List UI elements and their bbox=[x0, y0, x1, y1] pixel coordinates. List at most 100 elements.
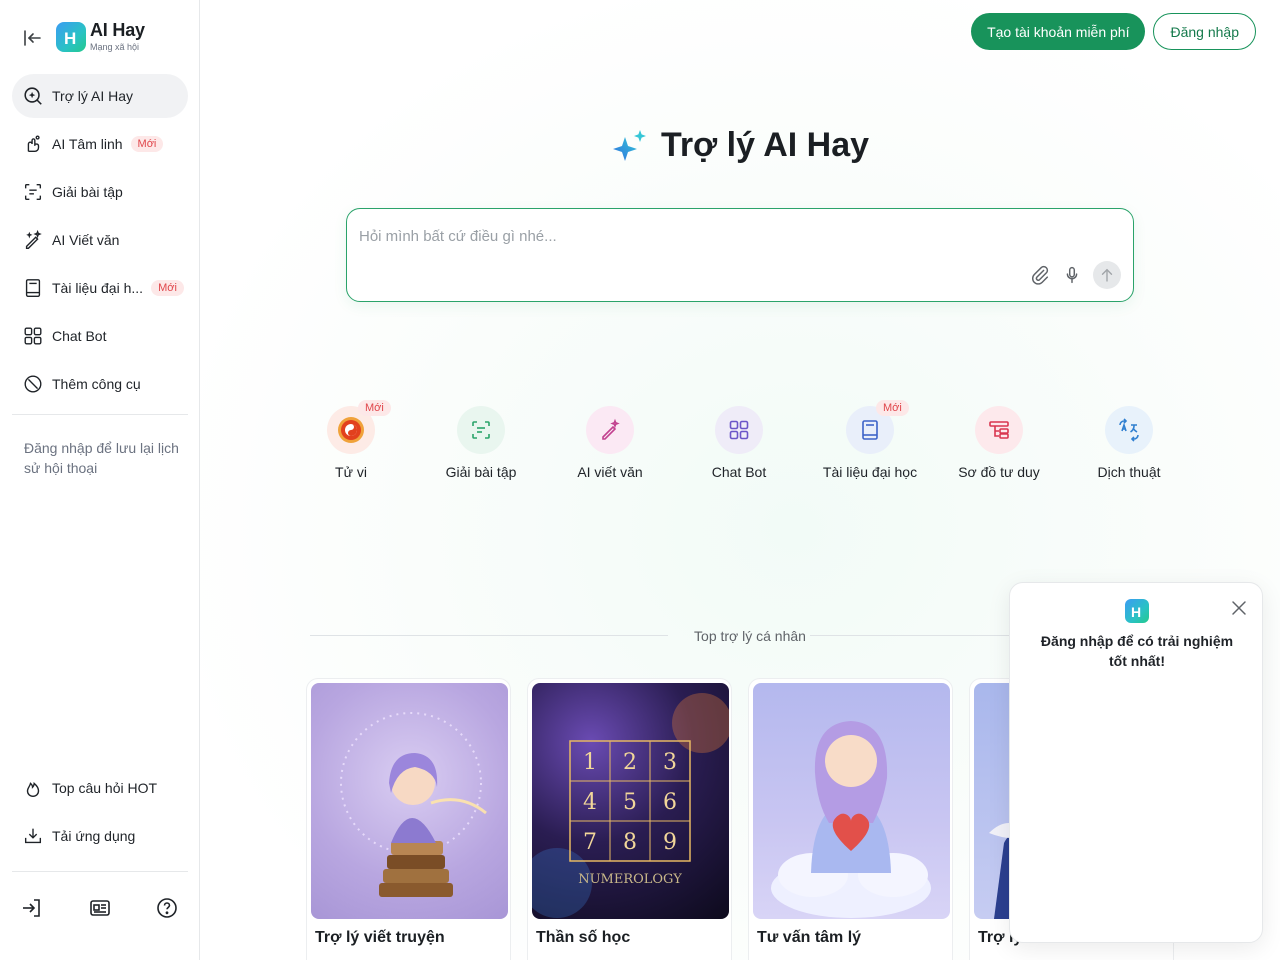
sidebar-item-label: AI Viết văn bbox=[52, 232, 120, 248]
news-icon[interactable] bbox=[88, 896, 112, 920]
new-badge: Mới bbox=[130, 136, 164, 152]
sidebar-item-them-cong-cu[interactable]: Thêm công cụ bbox=[12, 362, 188, 406]
numerology-grid-galaxy-illustration: 1 2 3 4 5 6 7 8 9 NUMEROLOGY bbox=[532, 683, 729, 919]
send-button[interactable] bbox=[1093, 261, 1121, 289]
login-icon[interactable] bbox=[20, 896, 44, 920]
quick-action-icon-wrap bbox=[715, 406, 763, 454]
sidebar-divider bbox=[12, 414, 188, 415]
page-title-wrap: Trợ lý AI Hay bbox=[611, 126, 869, 165]
sidebar-item-tro-ly-ai-hay[interactable]: Trợ lý AI Hay bbox=[12, 74, 188, 118]
sidebar-item-giai-bai-tap[interactable]: Giải bài tập bbox=[12, 170, 188, 214]
sidebar-item-label: Top câu hỏi HOT bbox=[52, 780, 158, 796]
logo-icon: H bbox=[1125, 599, 1149, 623]
login-button[interactable]: Đăng nhập bbox=[1153, 13, 1256, 50]
quick-actions: Tử vi Mới Giải bài tập AI viết văn Chat … bbox=[310, 400, 1200, 496]
card-title: Thần số học bbox=[536, 929, 631, 946]
svg-text:8: 8 bbox=[623, 830, 637, 855]
header-actions: Tạo tài khoản miễn phí Đăng nhập bbox=[971, 13, 1256, 50]
girl-holding-heart-on-cloud-illustration bbox=[753, 683, 950, 919]
quick-action-label: AI viết văn bbox=[577, 464, 643, 480]
microphone-icon[interactable] bbox=[1061, 264, 1083, 286]
flame-icon bbox=[26, 782, 40, 797]
new-badge: Mới bbox=[151, 280, 184, 296]
signup-button[interactable]: Tạo tài khoản miễn phí bbox=[971, 13, 1146, 50]
card-title: Tư vấn tâm lý bbox=[757, 929, 862, 946]
new-badge: Mới bbox=[876, 400, 909, 416]
svg-text:6: 6 bbox=[663, 790, 677, 815]
svg-text:3: 3 bbox=[663, 750, 677, 775]
sidebar-item-tai-lieu-dai-hoc[interactable]: Tài liệu đại h... Mới bbox=[12, 266, 188, 310]
translate-icon bbox=[1119, 418, 1139, 442]
grid-apps-icon bbox=[24, 327, 42, 345]
logo-icon[interactable]: H bbox=[56, 22, 86, 52]
assistant-card[interactable]: 1 2 3 4 5 6 7 8 9 NUMEROLOGY Thần số học bbox=[527, 678, 732, 960]
sidebar-item-tai-ung-dung[interactable]: Tải ứng dụng bbox=[12, 814, 188, 858]
quick-action-tu-vi[interactable]: Tử vi Mới bbox=[291, 400, 411, 480]
mindmap-icon bbox=[989, 421, 1009, 439]
quick-action-label: Tài liệu đại học bbox=[822, 464, 918, 480]
scan-text-icon bbox=[472, 421, 490, 439]
section-title: Top trợ lý cá nhân bbox=[694, 628, 806, 644]
svg-text:4: 4 bbox=[583, 790, 597, 815]
sidebar-item-top-cau-hoi-hot[interactable]: Top câu hỏi HOT bbox=[12, 766, 188, 810]
search-sparkle-icon bbox=[24, 87, 42, 105]
compass-icon bbox=[24, 375, 42, 393]
svg-text:7: 7 bbox=[583, 830, 597, 855]
svg-text:NUMEROLOGY: NUMEROLOGY bbox=[578, 872, 682, 887]
sidebar-item-ai-viet-van[interactable]: AI Viết văn bbox=[12, 218, 188, 262]
help-icon[interactable] bbox=[155, 896, 179, 920]
book-icon bbox=[25, 279, 41, 297]
quick-action-tai-lieu-dai-hoc[interactable]: Tài liệu đại học Mới bbox=[810, 400, 930, 480]
chat-input[interactable] bbox=[359, 221, 1119, 251]
sidebar-divider bbox=[12, 871, 188, 872]
svg-text:5: 5 bbox=[623, 790, 637, 815]
svg-text:H: H bbox=[1131, 604, 1141, 620]
logo-subtitle: Mạng xã hội bbox=[90, 42, 140, 52]
quick-action-so-do-tu-duy[interactable]: Sơ đồ tư duy bbox=[939, 406, 1059, 480]
quick-action-giai-bai-tap[interactable]: Giải bài tập bbox=[421, 406, 541, 480]
svg-text:9: 9 bbox=[663, 830, 677, 855]
download-tray-icon bbox=[24, 828, 42, 844]
sidebar-item-chat-bot[interactable]: Chat Bot bbox=[12, 314, 188, 358]
quick-action-dich-thuat[interactable]: Dịch thuật bbox=[1069, 406, 1189, 480]
quick-action-chat-bot[interactable]: Chat Bot bbox=[679, 406, 799, 480]
sidebar-header: H AI Hay Mạng xã hội bbox=[0, 18, 200, 58]
logo-title[interactable]: AI Hay bbox=[90, 20, 145, 41]
sparkle-icon bbox=[612, 129, 646, 161]
book-icon bbox=[862, 420, 878, 440]
quick-action-label: Giải bài tập bbox=[445, 464, 517, 480]
quick-action-icon-wrap bbox=[457, 406, 505, 454]
page-title: Trợ lý AI Hay bbox=[660, 126, 870, 164]
close-icon[interactable] bbox=[1230, 599, 1248, 617]
sidebar: H AI Hay Mạng xã hội Trợ lý AI Hay AI Tâ… bbox=[0, 0, 200, 960]
sidebar-item-label: AI Tâm linh bbox=[52, 136, 123, 152]
quick-action-ai-viet-van[interactable]: AI viết văn bbox=[550, 406, 670, 480]
login-history-note: Đăng nhập để lưu lại lịch sử hội thoại bbox=[24, 440, 179, 476]
sidebar-item-label: Giải bài tập bbox=[52, 184, 123, 200]
sidebar-item-label: Thêm công cụ bbox=[52, 376, 141, 392]
quick-action-icon-wrap bbox=[586, 406, 634, 454]
yin-yang-icon bbox=[338, 417, 364, 443]
popup-message: Đăng nhập để có trải nghiệm tốt nhất! bbox=[1040, 633, 1234, 669]
quick-action-label: Chat Bot bbox=[711, 464, 767, 480]
card-title: Trợ lý viết truyện bbox=[315, 929, 445, 946]
collapse-sidebar-icon[interactable] bbox=[20, 26, 44, 50]
sidebar-item-label: Trợ lý AI Hay bbox=[52, 88, 134, 104]
chat-box bbox=[346, 208, 1134, 302]
login-prompt-popup: H Đăng nhập để có trải nghiệm tốt nhất! bbox=[1009, 582, 1263, 943]
chat-tools bbox=[1029, 261, 1121, 289]
assistant-card[interactable]: Trợ lý viết truyện bbox=[306, 678, 511, 960]
quick-action-icon-wrap bbox=[1105, 406, 1153, 454]
svg-text:H: H bbox=[64, 29, 76, 48]
sidebar-footer-icons bbox=[0, 892, 200, 924]
magic-pen-icon bbox=[25, 229, 42, 249]
sidebar-bottom-nav: Top câu hỏi HOT Tải ứng dụng bbox=[12, 766, 188, 862]
magic-pen-icon bbox=[602, 418, 620, 440]
sidebar-item-ai-tam-linh[interactable]: AI Tâm linh Mới bbox=[12, 122, 188, 166]
assistant-card[interactable]: Tư vấn tâm lý bbox=[748, 678, 953, 960]
grid-apps-icon bbox=[729, 420, 749, 440]
sidebar-nav: Trợ lý AI Hay AI Tâm linh Mới Giải bài t… bbox=[12, 74, 188, 410]
hero: Trợ lý AI Hay bbox=[200, 126, 1280, 170]
quick-action-label: Dịch thuật bbox=[1097, 464, 1161, 480]
attach-icon[interactable] bbox=[1029, 264, 1051, 286]
